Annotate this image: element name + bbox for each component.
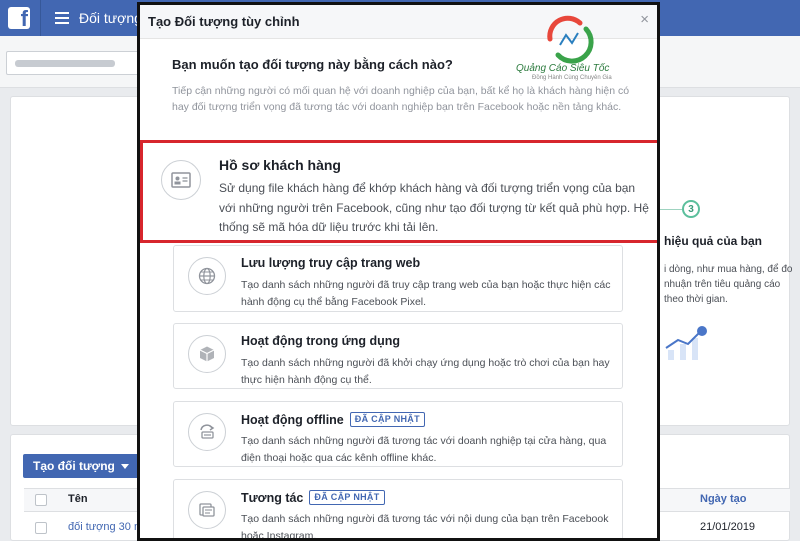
create-audience-button[interactable]: Tạo đối tượng bbox=[23, 454, 139, 478]
option-title-text: Hoạt động trong ứng dụng bbox=[241, 334, 401, 348]
option-title-text: Lưu lượng truy cập trang web bbox=[241, 256, 421, 270]
row-checkbox[interactable] bbox=[35, 522, 47, 534]
topbar-title: Đối tượng bbox=[79, 10, 142, 26]
updated-badge: ĐÃ CẬP NHẬT bbox=[349, 412, 425, 427]
option-title: Hoạt động offline ĐÃ CẬP NHẬT bbox=[241, 412, 425, 427]
topbar-divider bbox=[40, 0, 41, 36]
create-audience-label: Tạo đối tượng bbox=[33, 459, 115, 473]
option-title: Tương tác ĐÃ CẬP NHẬT bbox=[241, 490, 385, 505]
option-title-text: Tương tác bbox=[241, 490, 304, 505]
dialog-question: Bạn muốn tạo đối tượng này bằng cách nào… bbox=[172, 57, 453, 72]
step-connector bbox=[660, 209, 682, 210]
option-title: Lưu lượng truy cập trang web bbox=[241, 256, 420, 270]
audience-name-link[interactable]: đối tượng 30 n bbox=[68, 521, 140, 533]
column-header-date[interactable]: Ngày tạo bbox=[700, 493, 746, 505]
option-customer-file[interactable]: Hồ sơ khách hàng Sử dụng file khách hàng… bbox=[140, 140, 657, 243]
contact-card-icon bbox=[161, 160, 201, 200]
select-all-checkbox[interactable] bbox=[35, 494, 47, 506]
option-description: Tạo danh sách những người đã tương tác v… bbox=[241, 513, 609, 541]
audience-date: 21/01/2019 bbox=[700, 521, 756, 533]
option-description: Sử dụng file khách hàng để khớp khách hà… bbox=[219, 181, 649, 234]
step-title: hiệu quả của bạn bbox=[664, 234, 763, 248]
growth-chart-icon bbox=[665, 326, 707, 360]
option-engagement[interactable]: Tương tác ĐÃ CẬP NHẬT Tạo danh sách nhữn… bbox=[173, 479, 623, 541]
blurred-account-name bbox=[15, 60, 115, 67]
option-app-activity[interactable]: Hoạt động trong ứng dụng Tạo danh sách n… bbox=[173, 323, 623, 389]
caret-down-icon bbox=[120, 463, 129, 469]
watermark-tagline: Đồng Hành Cùng Chuyên Gia bbox=[532, 75, 612, 81]
dialog-intro-text: Tiếp cận những người có mối quan hệ với … bbox=[172, 85, 630, 113]
option-title: Hoạt động trong ứng dụng bbox=[241, 334, 400, 348]
watermark-emblem-icon bbox=[547, 15, 594, 64]
engagement-icon bbox=[188, 491, 226, 529]
step-number-badge: 3 bbox=[682, 200, 700, 218]
column-header-name[interactable]: Tên bbox=[68, 493, 88, 505]
option-description: Tạo danh sách những người đã khởi chạy ứ… bbox=[241, 357, 610, 386]
option-title: Hồ sơ khách hàng bbox=[219, 157, 341, 173]
create-custom-audience-dialog: Tạo Đối tượng tùy chỉnh × Quảng Cáo Siêu… bbox=[137, 2, 660, 541]
option-title-text: Hoạt động offline bbox=[241, 412, 344, 427]
watermark-logo: Quảng Cáo Siêu Tốc Đồng Hành Cùng Chuyên… bbox=[510, 11, 657, 91]
watermark-brand-text: Quảng Cáo Siêu Tốc bbox=[516, 63, 610, 74]
box-icon bbox=[188, 335, 226, 373]
dialog-title: Tạo Đối tượng tùy chỉnh bbox=[148, 14, 300, 29]
option-offline-activity[interactable]: Hoạt động offline ĐÃ CẬP NHẬT Tạo danh s… bbox=[173, 401, 623, 467]
chart-bar-2 bbox=[680, 344, 686, 360]
chart-dot bbox=[697, 326, 707, 336]
option-description: Tạo danh sách những người đã truy cập tr… bbox=[241, 279, 611, 308]
facebook-logo-icon[interactable]: f bbox=[8, 7, 30, 29]
ad-account-selector[interactable] bbox=[6, 51, 146, 75]
option-website-traffic[interactable]: Lưu lượng truy cập trang web Tạo danh sá… bbox=[173, 245, 623, 312]
chart-bar-1 bbox=[668, 350, 674, 360]
option-description: Tạo danh sách những người đã tương tác v… bbox=[241, 435, 607, 464]
hamburger-menu-icon[interactable] bbox=[55, 12, 69, 24]
chart-bar-3 bbox=[692, 338, 698, 360]
step-description: i dòng, như mua hàng, để đo nhuận trên t… bbox=[664, 264, 793, 305]
offline-icon bbox=[188, 413, 226, 451]
updated-badge: ĐÃ CẬP NHẬT bbox=[309, 490, 385, 505]
globe-icon bbox=[188, 257, 226, 295]
